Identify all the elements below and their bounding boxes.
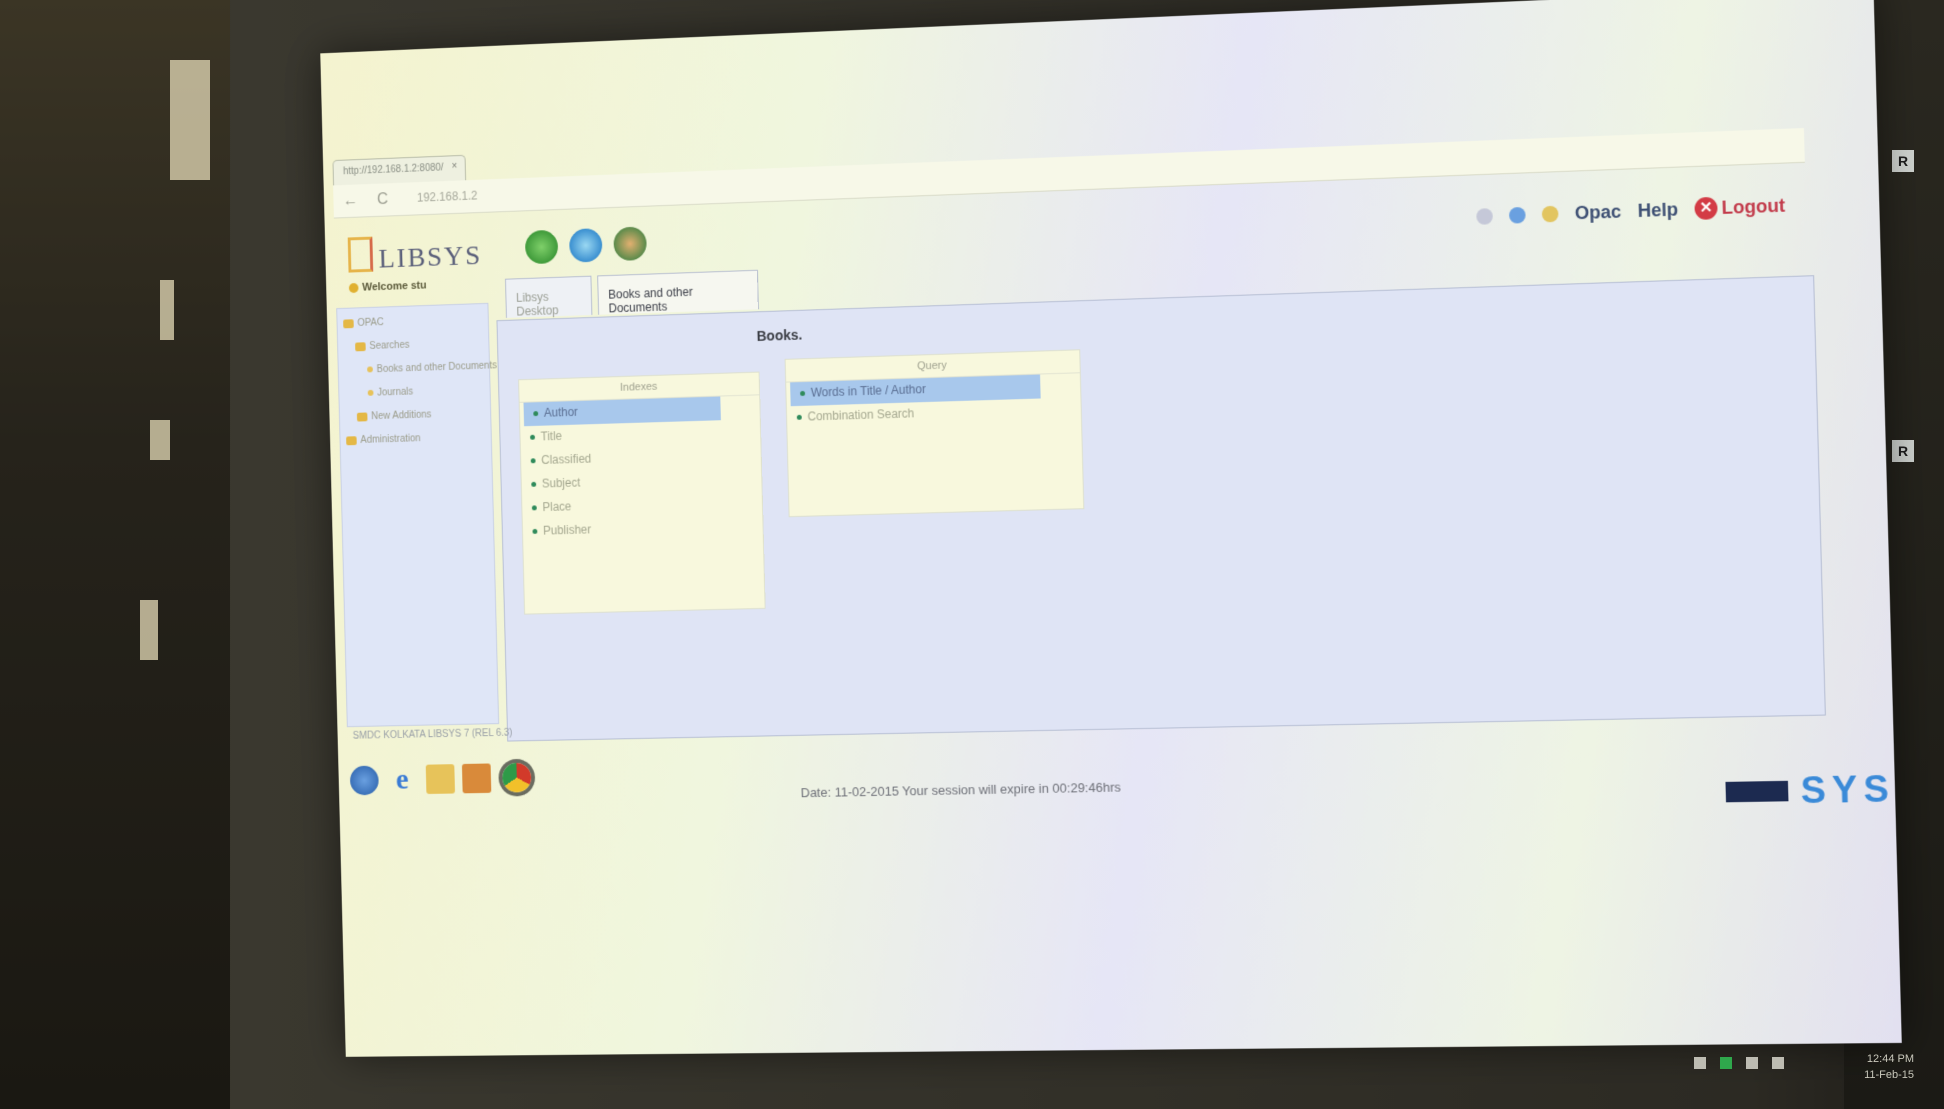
- query-panel: Query Words in Title / Author Combinatio…: [784, 349, 1085, 518]
- system-clock[interactable]: 12:44 PM 11-Feb-15: [1864, 1051, 1914, 1083]
- help-link[interactable]: Help: [1637, 199, 1678, 222]
- logout-button[interactable]: ✕ Logout: [1694, 194, 1785, 221]
- main-panel: Books. Indexes Author Title Classified S…: [496, 275, 1826, 742]
- sidebar-item-searches[interactable]: Searches: [355, 340, 410, 353]
- user-icon[interactable]: [613, 226, 647, 262]
- sidebar-item-new-additions[interactable]: New Additions: [356, 410, 432, 423]
- browser-tab-title: http://192.168.1.2:8080/: [343, 162, 444, 178]
- start-button-icon[interactable]: [349, 765, 379, 796]
- back-icon[interactable]: ←: [343, 192, 359, 210]
- file-explorer-icon[interactable]: [425, 764, 456, 795]
- indexes-panel: Indexes Author Title Classified Subject …: [518, 371, 766, 615]
- opac-link[interactable]: Opac: [1575, 201, 1622, 224]
- chrome-icon[interactable]: [502, 762, 532, 793]
- page-title: Books.: [756, 326, 803, 344]
- tab-books-documents[interactable]: Books and other Documents: [597, 269, 759, 315]
- top-links: Opac Help ✕ Logout: [1476, 194, 1785, 228]
- clock-date: 11-Feb-15: [1864, 1069, 1914, 1081]
- session-status: Date: 11-02-2015 Your session will expir…: [800, 779, 1121, 801]
- system-tray: [1694, 1057, 1784, 1069]
- libsys-logo: LIBSYS: [347, 232, 492, 280]
- sidebar: OPAC Searches Books and other Documents …: [336, 302, 500, 728]
- tab-libsys-desktop[interactable]: Libsys Desktop: [504, 275, 593, 319]
- internet-explorer-icon[interactable]: e: [388, 763, 417, 795]
- star-icon[interactable]: [1541, 205, 1559, 223]
- sidebar-item-opac[interactable]: OPAC: [343, 317, 384, 329]
- bookshelf-left: [0, 0, 230, 1109]
- logo-text: LIBSYS: [378, 240, 483, 275]
- sidebar-item-journals[interactable]: Journals: [367, 387, 413, 399]
- logout-icon: ✕: [1694, 196, 1718, 221]
- sidebar-item-administration[interactable]: Administration: [346, 433, 421, 446]
- url-input[interactable]: 192.168.1.2: [417, 189, 478, 205]
- clock-time: 12:44 PM: [1866, 1053, 1914, 1065]
- close-icon[interactable]: ×: [451, 161, 457, 172]
- globe-icon[interactable]: [1508, 206, 1526, 224]
- tray-arrow-icon[interactable]: [1694, 1057, 1706, 1069]
- reload-icon[interactable]: C: [377, 191, 388, 209]
- refresh-icon[interactable]: [568, 228, 603, 263]
- tray-volume-icon[interactable]: [1772, 1057, 1784, 1069]
- brand-logo: SYS: [1800, 767, 1896, 812]
- brand-tray: SYS: [1725, 767, 1896, 814]
- welcome-label: Welcome stu: [348, 280, 427, 294]
- media-player-icon[interactable]: [461, 763, 492, 794]
- network-icon: [1725, 780, 1789, 803]
- sidebar-item-books[interactable]: Books and other Documents: [367, 360, 497, 375]
- tray-security-icon[interactable]: [1720, 1057, 1732, 1069]
- tray-network-icon[interactable]: [1746, 1057, 1758, 1069]
- home-icon[interactable]: [524, 229, 559, 265]
- minimize-icon[interactable]: [1476, 208, 1493, 225]
- projected-screen: http://192.168.1.2:8080/ × ← C 192.168.1…: [320, 0, 1902, 1057]
